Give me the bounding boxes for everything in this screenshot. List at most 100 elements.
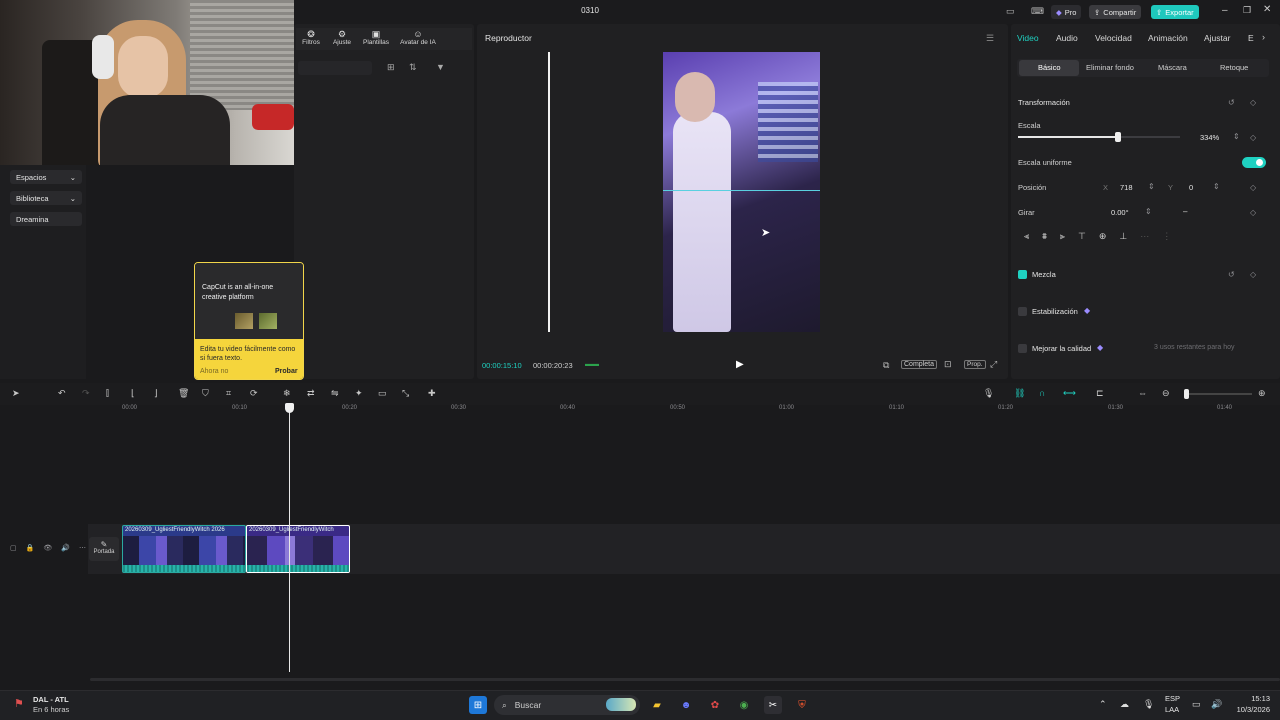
keyframe-icon[interactable]: ◇ — [1250, 133, 1256, 142]
more-icon[interactable]: ⋯ — [79, 544, 86, 552]
enhance-checkbox[interactable] — [1018, 344, 1027, 353]
pro-button[interactable]: ◆ Pro — [1051, 5, 1082, 19]
share-button[interactable]: ⇪ Compartir — [1089, 5, 1142, 19]
nav-spaces[interactable]: Espacios ⌄ — [10, 170, 82, 184]
subtab-remove-bg[interactable]: Eliminar fondo — [1086, 63, 1134, 72]
weather-line1[interactable]: DAL - ATL — [33, 695, 69, 704]
layout-icon[interactable]: ▭ — [1006, 6, 1015, 17]
snapshot-icon[interactable]: ⧉ — [883, 360, 889, 371]
cover-button[interactable]: ✎ Portada — [89, 537, 119, 561]
cloud-icon[interactable]: ☁ — [1120, 699, 1129, 710]
playhead-handle[interactable] — [285, 403, 294, 413]
fit-timeline-icon[interactable]: ⇔ — [1138, 388, 1147, 398]
split-icon[interactable]: ⫿ — [106, 388, 109, 399]
blend-label[interactable]: Mezcla — [1032, 270, 1056, 279]
volume-icon[interactable]: 🔊 — [1211, 699, 1222, 710]
pos-x-input[interactable]: 718 — [1120, 183, 1133, 192]
mic-tray-icon[interactable]: 🎙 — [1143, 699, 1154, 710]
subtitle-icon[interactable]: ▭ — [378, 388, 387, 399]
reverse-icon[interactable]: ⇄ — [307, 388, 315, 399]
minimize-icon[interactable]: – — [1222, 5, 1228, 16]
shield-icon[interactable]: ⛉ — [202, 388, 209, 399]
undo-icon[interactable]: ↶ — [58, 388, 66, 399]
tooltip-try-button[interactable]: Probar — [275, 368, 298, 375]
reset-icon[interactable]: ↺ — [1228, 98, 1235, 107]
tooltip-dismiss[interactable]: Ahora no — [200, 368, 228, 375]
preview-axis-icon[interactable]: ⟷ — [1063, 388, 1076, 399]
discord-icon[interactable]: ☻ — [677, 696, 695, 714]
transform-heading[interactable]: Transformación — [1018, 98, 1070, 107]
tab-video[interactable]: Video — [1017, 33, 1039, 43]
tab-templates[interactable]: ▣ Plantillas — [360, 30, 392, 47]
filter-funnel-icon[interactable]: ▼ — [436, 62, 445, 72]
tab-ai-avatar[interactable]: ☺ Avatar de IA — [396, 30, 440, 47]
split-right-icon[interactable]: ⌋ — [154, 388, 158, 399]
video-clip-1[interactable]: 20260309_UgliestFriendlyWitch 2026 — [122, 525, 246, 573]
scale-value[interactable]: 334% — [1200, 133, 1219, 142]
chevron-up-icon[interactable]: ⌃ — [1099, 699, 1107, 710]
resize-icon[interactable]: ⤡ — [402, 388, 409, 399]
align-right-icon[interactable]: ⫸ — [1060, 231, 1065, 245]
keyframe-icon[interactable]: ◇ — [1250, 183, 1256, 192]
tab-adjust[interactable]: ⚙ Ajuste — [330, 30, 354, 47]
freeze-icon[interactable]: ❄ — [283, 388, 291, 399]
link-icon[interactable]: ⛓ — [1014, 388, 1025, 399]
subtab-basic[interactable]: Básico — [1038, 63, 1061, 72]
brave-icon[interactable]: ⛨ — [793, 696, 811, 714]
delete-icon[interactable]: 🗑 — [178, 388, 189, 399]
zoom-out-icon[interactable]: ⊖ — [1162, 388, 1170, 399]
tab-audio[interactable]: Audio — [1056, 33, 1078, 43]
keyframe-icon[interactable]: ◇ — [1250, 98, 1256, 107]
stepper-icon[interactable]: ⇕ — [1148, 182, 1155, 191]
reset-icon[interactable]: ↺ — [1228, 270, 1235, 279]
align-top-icon[interactable]: ⊤ — [1078, 231, 1086, 245]
subtab-mask[interactable]: Máscara — [1158, 63, 1187, 72]
stepper-icon[interactable]: ⇕ — [1233, 132, 1240, 141]
zoom-slider[interactable] — [1184, 393, 1252, 395]
magnet-icon[interactable]: ∩ — [1039, 388, 1045, 398]
sort-icon[interactable]: ⇅ — [409, 62, 417, 73]
rotate-tool-icon[interactable]: ⟳ — [250, 388, 258, 399]
mirror-icon[interactable]: ⇋ — [331, 388, 339, 399]
nav-library[interactable]: Biblioteca ⌄ — [10, 191, 82, 205]
video-preview[interactable] — [663, 52, 820, 332]
stabilize-label[interactable]: Estabilización — [1032, 307, 1078, 316]
align-middle-icon[interactable]: ⊕ — [1099, 231, 1107, 245]
weather-icon[interactable]: ⚑ — [14, 697, 24, 710]
zoom-in-icon[interactable]: ⊕ — [1258, 388, 1266, 399]
shortcuts-icon[interactable]: ⌨ — [1031, 6, 1044, 17]
speaker-icon[interactable]: 🔊 — [61, 544, 70, 552]
eye-icon[interactable]: 👁 — [43, 544, 52, 552]
timecode-bars-icon[interactable]: ▬▬ — [585, 361, 599, 368]
chevron-right-icon[interactable]: › — [1262, 32, 1265, 42]
clock-time[interactable]: 15:13 — [1230, 694, 1270, 703]
scale-slider-handle[interactable] — [1115, 132, 1122, 142]
crop-icon[interactable]: ⊡ — [944, 359, 952, 370]
lang-line1[interactable]: ESP — [1165, 694, 1180, 703]
align-center-icon[interactable]: ⩩ — [1042, 231, 1047, 245]
distribute-h-icon[interactable]: ⋯ — [1140, 231, 1149, 245]
timeline-scrollbar[interactable] — [90, 678, 1280, 681]
redo-icon[interactable]: ↷ — [82, 388, 90, 399]
split-left-icon[interactable]: ⌊ — [131, 388, 135, 399]
tab-adjust-props[interactable]: Ajustar — [1204, 33, 1230, 43]
app-icon[interactable]: ✿ — [706, 696, 724, 714]
track-select-icon[interactable]: ▢ — [10, 544, 17, 552]
subtab-retouch[interactable]: Retoque — [1220, 63, 1248, 72]
close-icon[interactable]: ✕ — [1263, 4, 1271, 15]
windows-start-icon[interactable]: ⊞ — [469, 696, 487, 714]
playhead[interactable] — [289, 404, 290, 672]
align-left-icon[interactable]: ⫷ — [1024, 231, 1029, 245]
flip-icon[interactable]: – — [1183, 207, 1187, 216]
nav-dreamina[interactable]: Dreamina — [10, 212, 82, 226]
uniform-scale-toggle[interactable] — [1242, 157, 1266, 168]
tab-filters[interactable]: ❂ Filtros — [298, 30, 324, 47]
lock-icon[interactable]: 🔒 — [26, 544, 35, 552]
export-button[interactable]: ⇧ Exportar — [1151, 5, 1199, 19]
fullscreen-icon[interactable]: ⤢ — [990, 359, 997, 370]
select-tool-icon[interactable]: ➤ — [12, 388, 20, 399]
grid-view-icon[interactable]: ⊞ — [387, 62, 395, 73]
keyframe-icon[interactable]: ◇ — [1250, 208, 1256, 217]
play-icon[interactable]: ▶ — [736, 359, 744, 370]
align-clips-icon[interactable]: ⊏ — [1096, 388, 1104, 399]
